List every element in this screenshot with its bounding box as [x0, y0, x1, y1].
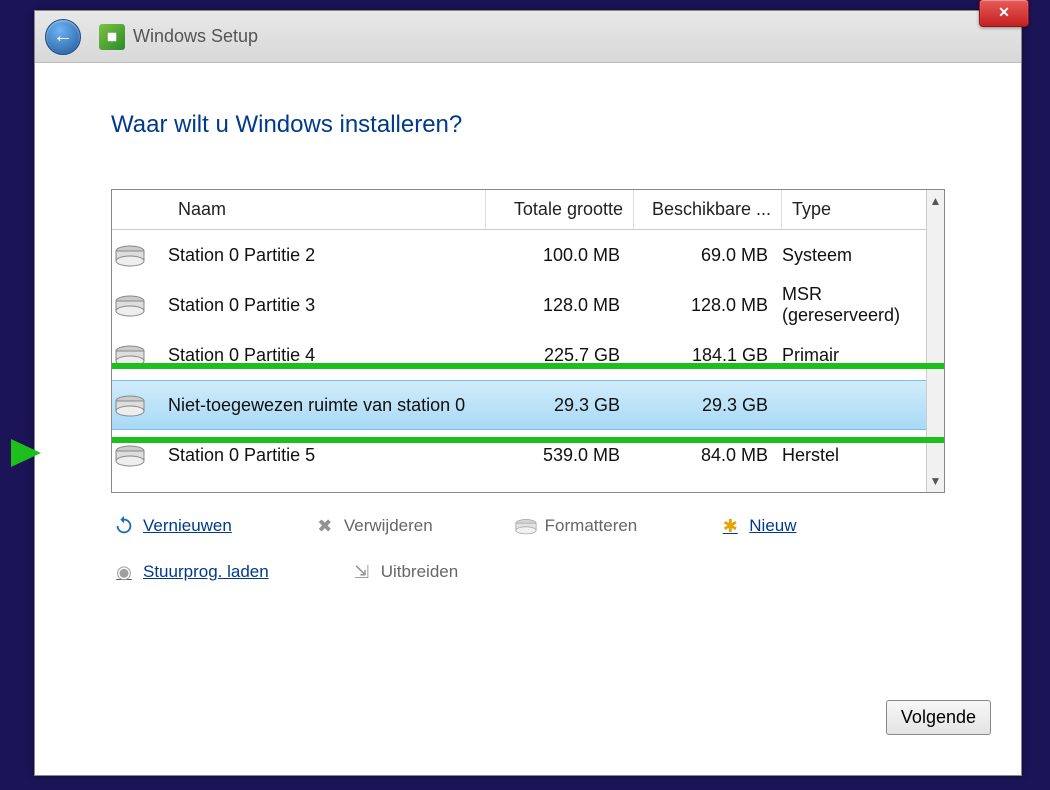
- load-driver-label: Stuurprog. laden: [143, 562, 269, 582]
- new-icon: ✱: [717, 513, 743, 539]
- table-row[interactable]: Station 0 Partitie 5539.0 MB84.0 MBHerst…: [112, 430, 944, 480]
- titlebar: ← Windows Setup ✕: [35, 11, 1021, 63]
- col-name[interactable]: Naam: [168, 190, 486, 229]
- close-button[interactable]: ✕: [979, 0, 1029, 27]
- col-avail[interactable]: Beschikbare ...: [634, 190, 782, 229]
- table-row[interactable]: Station 0 Partitie 3128.0 MB128.0 MBMSR …: [112, 280, 944, 330]
- cell-total: 100.0 MB: [486, 230, 634, 280]
- window-title: Windows Setup: [133, 26, 258, 47]
- cell-type: [782, 381, 944, 429]
- disc-icon: ◉: [111, 559, 137, 585]
- partition-table: Naam Totale grootte Beschikbare ... Type…: [111, 189, 945, 493]
- col-type[interactable]: Type: [782, 190, 944, 229]
- refresh-label: Vernieuwen: [143, 516, 232, 536]
- refresh-icon: [111, 513, 137, 539]
- scroll-down-icon[interactable]: ▼: [927, 470, 944, 492]
- col-total[interactable]: Totale grootte: [486, 190, 634, 229]
- drive-icon: [112, 330, 168, 380]
- arrow-left-icon: ←: [53, 25, 73, 48]
- extend-icon: ⇲: [349, 559, 375, 585]
- next-button[interactable]: Volgende: [886, 700, 991, 735]
- cell-avail: 184.1 GB: [634, 330, 782, 380]
- annotation-arrow-icon: [11, 439, 41, 467]
- cell-type: Primair: [782, 330, 944, 380]
- scrollbar[interactable]: ▲ ▼: [926, 190, 944, 492]
- cell-name: Station 0 Partitie 3: [168, 280, 486, 330]
- cell-total: 539.0 MB: [486, 430, 634, 480]
- cell-name: Station 0 Partitie 5: [168, 430, 486, 480]
- format-icon: [513, 513, 539, 539]
- table-row[interactable]: Station 0 Partitie 2100.0 MB69.0 MBSyste…: [112, 230, 944, 280]
- cell-name: Station 0 Partitie 4: [168, 330, 486, 380]
- load-driver-link[interactable]: ◉ Stuurprog. laden: [111, 555, 269, 589]
- drive-icon: [112, 230, 168, 280]
- cell-type: Herstel: [782, 430, 944, 480]
- windows-setup-icon: [99, 24, 125, 50]
- drive-icon: [112, 430, 168, 480]
- actions-row: Vernieuwen ✖ Verwijderen Formatteren ✱ N…: [111, 509, 945, 589]
- refresh-link[interactable]: Vernieuwen: [111, 509, 232, 543]
- delete-label: Verwijderen: [344, 516, 433, 536]
- table-header: Naam Totale grootte Beschikbare ... Type: [112, 190, 944, 230]
- cell-avail: 128.0 MB: [634, 280, 782, 330]
- new-link[interactable]: ✱ Nieuw: [717, 509, 796, 543]
- cell-avail: 84.0 MB: [634, 430, 782, 480]
- cell-total: 29.3 GB: [486, 381, 634, 429]
- cell-total: 225.7 GB: [486, 330, 634, 380]
- content-area: Waar wilt u Windows installeren? Naam To…: [35, 63, 1021, 589]
- drive-icon: [112, 381, 168, 429]
- drive-icon: [112, 280, 168, 330]
- page-heading: Waar wilt u Windows installeren?: [111, 111, 945, 139]
- cell-name: Niet-toegewezen ruimte van station 0: [168, 381, 486, 429]
- extend-label: Uitbreiden: [381, 562, 459, 582]
- delete-link: ✖ Verwijderen: [312, 509, 433, 543]
- format-link: Formatteren: [513, 509, 638, 543]
- cell-name: Station 0 Partitie 2: [168, 230, 486, 280]
- back-button[interactable]: ←: [45, 19, 81, 55]
- new-label: Nieuw: [749, 516, 796, 536]
- cell-type: Systeem: [782, 230, 944, 280]
- table-row[interactable]: Niet-toegewezen ruimte van station 029.3…: [112, 380, 944, 430]
- delete-icon: ✖: [312, 513, 338, 539]
- cell-avail: 29.3 GB: [634, 381, 782, 429]
- format-label: Formatteren: [545, 516, 638, 536]
- col-icon: [112, 190, 168, 229]
- close-icon: ✕: [998, 4, 1010, 20]
- scroll-up-icon[interactable]: ▲: [927, 190, 944, 212]
- table-row[interactable]: Station 0 Partitie 4225.7 GB184.1 GBPrim…: [112, 330, 944, 380]
- table-body: Station 0 Partitie 2100.0 MB69.0 MBSyste…: [112, 230, 944, 480]
- cell-type: MSR (gereserveerd): [782, 280, 944, 330]
- cell-total: 128.0 MB: [486, 280, 634, 330]
- cell-avail: 69.0 MB: [634, 230, 782, 280]
- extend-link: ⇲ Uitbreiden: [349, 555, 459, 589]
- setup-window: ← Windows Setup ✕ Waar wilt u Windows in…: [34, 10, 1022, 776]
